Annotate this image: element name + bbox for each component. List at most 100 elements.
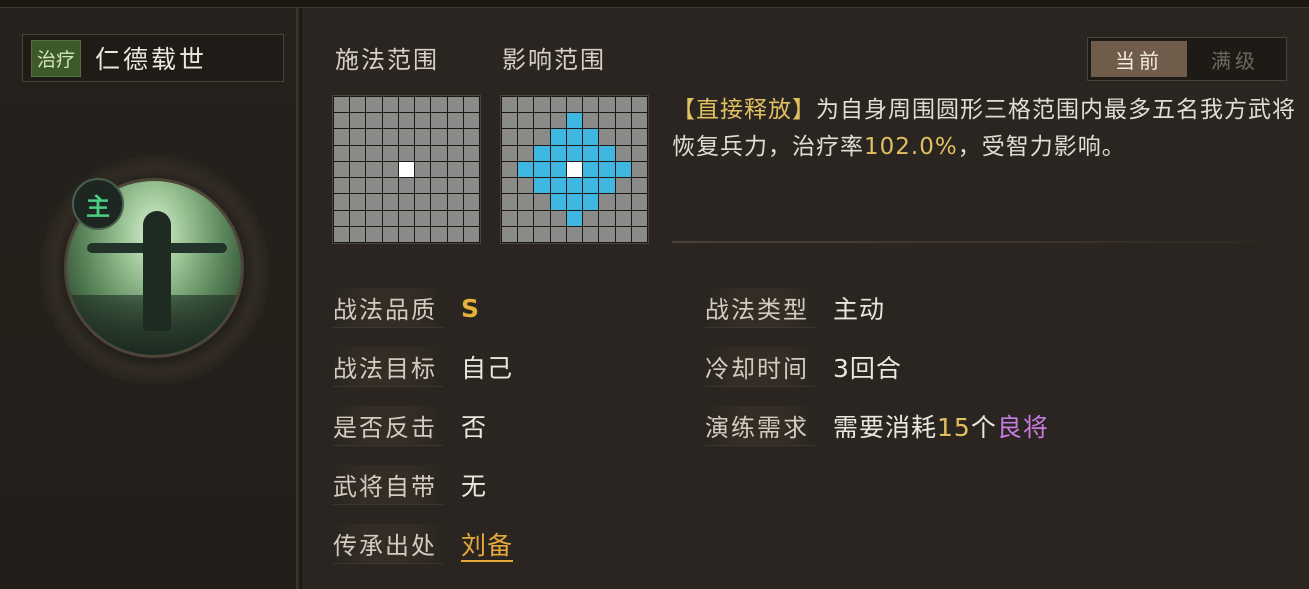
stat-value-counter: 否 bbox=[461, 413, 488, 442]
description-heal-rate: 102.0% bbox=[864, 134, 958, 160]
grid-cell bbox=[599, 210, 615, 226]
grid-cell bbox=[447, 161, 463, 178]
grid-cell-aoe bbox=[566, 129, 583, 145]
grid-cell bbox=[502, 161, 518, 178]
grid-cell bbox=[334, 194, 350, 210]
panel-divider bbox=[300, 8, 302, 589]
grid-cell bbox=[398, 129, 415, 145]
effect-range-grid bbox=[500, 95, 649, 244]
stat-value-training: 需要消耗15个良将 bbox=[833, 408, 1049, 444]
grid-cell bbox=[566, 97, 583, 113]
grid-cell bbox=[599, 194, 615, 210]
skill-name: 仁德载世 bbox=[95, 45, 208, 74]
section-divider bbox=[672, 241, 1309, 243]
grid-cell bbox=[350, 210, 366, 226]
grid-cell bbox=[463, 226, 479, 242]
grid-cell bbox=[502, 145, 518, 161]
grid-cell bbox=[463, 145, 479, 161]
grid-cell bbox=[366, 145, 382, 161]
grid-cell bbox=[518, 210, 534, 226]
grid-cell bbox=[447, 226, 463, 242]
grid-cell bbox=[447, 194, 463, 210]
grid-cell bbox=[447, 178, 463, 194]
grid-cell-aoe bbox=[599, 178, 615, 194]
grid-cell bbox=[615, 210, 631, 226]
grid-cell bbox=[415, 145, 431, 161]
cast-range-grid bbox=[332, 95, 481, 244]
grid-cell-aoe bbox=[534, 145, 550, 161]
grid-cell bbox=[366, 161, 382, 178]
grid-cell bbox=[431, 97, 447, 113]
grid-cell-aoe bbox=[583, 129, 599, 145]
grid-cell-aoe bbox=[566, 145, 583, 161]
grid-cell bbox=[534, 210, 550, 226]
skill-type-tag: 治疗 bbox=[31, 39, 82, 77]
grid-cell bbox=[463, 97, 479, 113]
stat-value-source-link[interactable]: 刘备 bbox=[461, 526, 513, 562]
grid-cell bbox=[350, 161, 366, 178]
grid-cell bbox=[415, 210, 431, 226]
grid-cell bbox=[382, 226, 398, 242]
top-border bbox=[0, 0, 1309, 8]
stat-row-target: 战法目标 自己 bbox=[333, 347, 513, 387]
grid-cell bbox=[382, 145, 398, 161]
grid-cell bbox=[382, 113, 398, 129]
grid-cell bbox=[398, 97, 415, 113]
grid-cell bbox=[398, 194, 415, 210]
grid-cell-aoe bbox=[599, 145, 615, 161]
grid-cell bbox=[631, 210, 647, 226]
grid-cell bbox=[631, 145, 647, 161]
grid-cell-self bbox=[398, 161, 415, 178]
grid-cell bbox=[431, 178, 447, 194]
grid-cell bbox=[415, 113, 431, 129]
grid-cell bbox=[583, 97, 599, 113]
grid-cell bbox=[366, 129, 382, 145]
grid-cell bbox=[334, 210, 350, 226]
stat-key: 演练需求 bbox=[705, 406, 815, 446]
grid-cell-aoe bbox=[550, 178, 566, 194]
tab-max-level[interactable]: 满级 bbox=[1187, 41, 1283, 77]
stat-key: 是否反击 bbox=[333, 406, 443, 446]
grid-cell bbox=[615, 226, 631, 242]
grid-cell bbox=[631, 97, 647, 113]
grid-cell-aoe bbox=[615, 161, 631, 178]
grid-cell bbox=[350, 145, 366, 161]
training-item-link[interactable]: 良将 bbox=[997, 413, 1049, 442]
stat-key: 战法类型 bbox=[705, 288, 815, 328]
grid-cell bbox=[382, 210, 398, 226]
grid-cell bbox=[350, 97, 366, 113]
grid-cell bbox=[518, 194, 534, 210]
grid-cell bbox=[398, 226, 415, 242]
grid-cell bbox=[615, 145, 631, 161]
grid-cell bbox=[366, 97, 382, 113]
grid-cell bbox=[398, 113, 415, 129]
grid-cell bbox=[534, 129, 550, 145]
tab-current-level[interactable]: 当前 bbox=[1091, 41, 1187, 77]
grid-cell bbox=[599, 226, 615, 242]
grid-cell-aoe bbox=[566, 178, 583, 194]
grid-cell bbox=[566, 226, 583, 242]
grid-cell bbox=[431, 145, 447, 161]
grid-cell bbox=[463, 129, 479, 145]
stat-value-innate: 无 bbox=[461, 472, 488, 501]
grid-cell bbox=[350, 129, 366, 145]
grid-cell bbox=[518, 226, 534, 242]
grid-cell bbox=[583, 113, 599, 129]
grid-cell bbox=[366, 210, 382, 226]
grid-cell bbox=[502, 113, 518, 129]
grid-cell bbox=[447, 113, 463, 129]
grid-cell bbox=[366, 113, 382, 129]
grid-cell bbox=[447, 129, 463, 145]
stat-row-training: 演练需求 需要消耗15个良将 bbox=[705, 406, 1049, 446]
grid-cell bbox=[463, 194, 479, 210]
grid-cell bbox=[518, 129, 534, 145]
stat-row-type: 战法类型 主动 bbox=[705, 288, 885, 328]
grid-cell-aoe bbox=[583, 161, 599, 178]
grid-cell bbox=[599, 97, 615, 113]
grid-cell bbox=[463, 161, 479, 178]
stat-key: 战法目标 bbox=[333, 347, 443, 387]
description-text-2: ，受智力影响。 bbox=[957, 134, 1126, 160]
grid-cell-aoe bbox=[566, 210, 583, 226]
training-prefix: 需要消耗 bbox=[833, 413, 938, 442]
grid-cell bbox=[631, 226, 647, 242]
